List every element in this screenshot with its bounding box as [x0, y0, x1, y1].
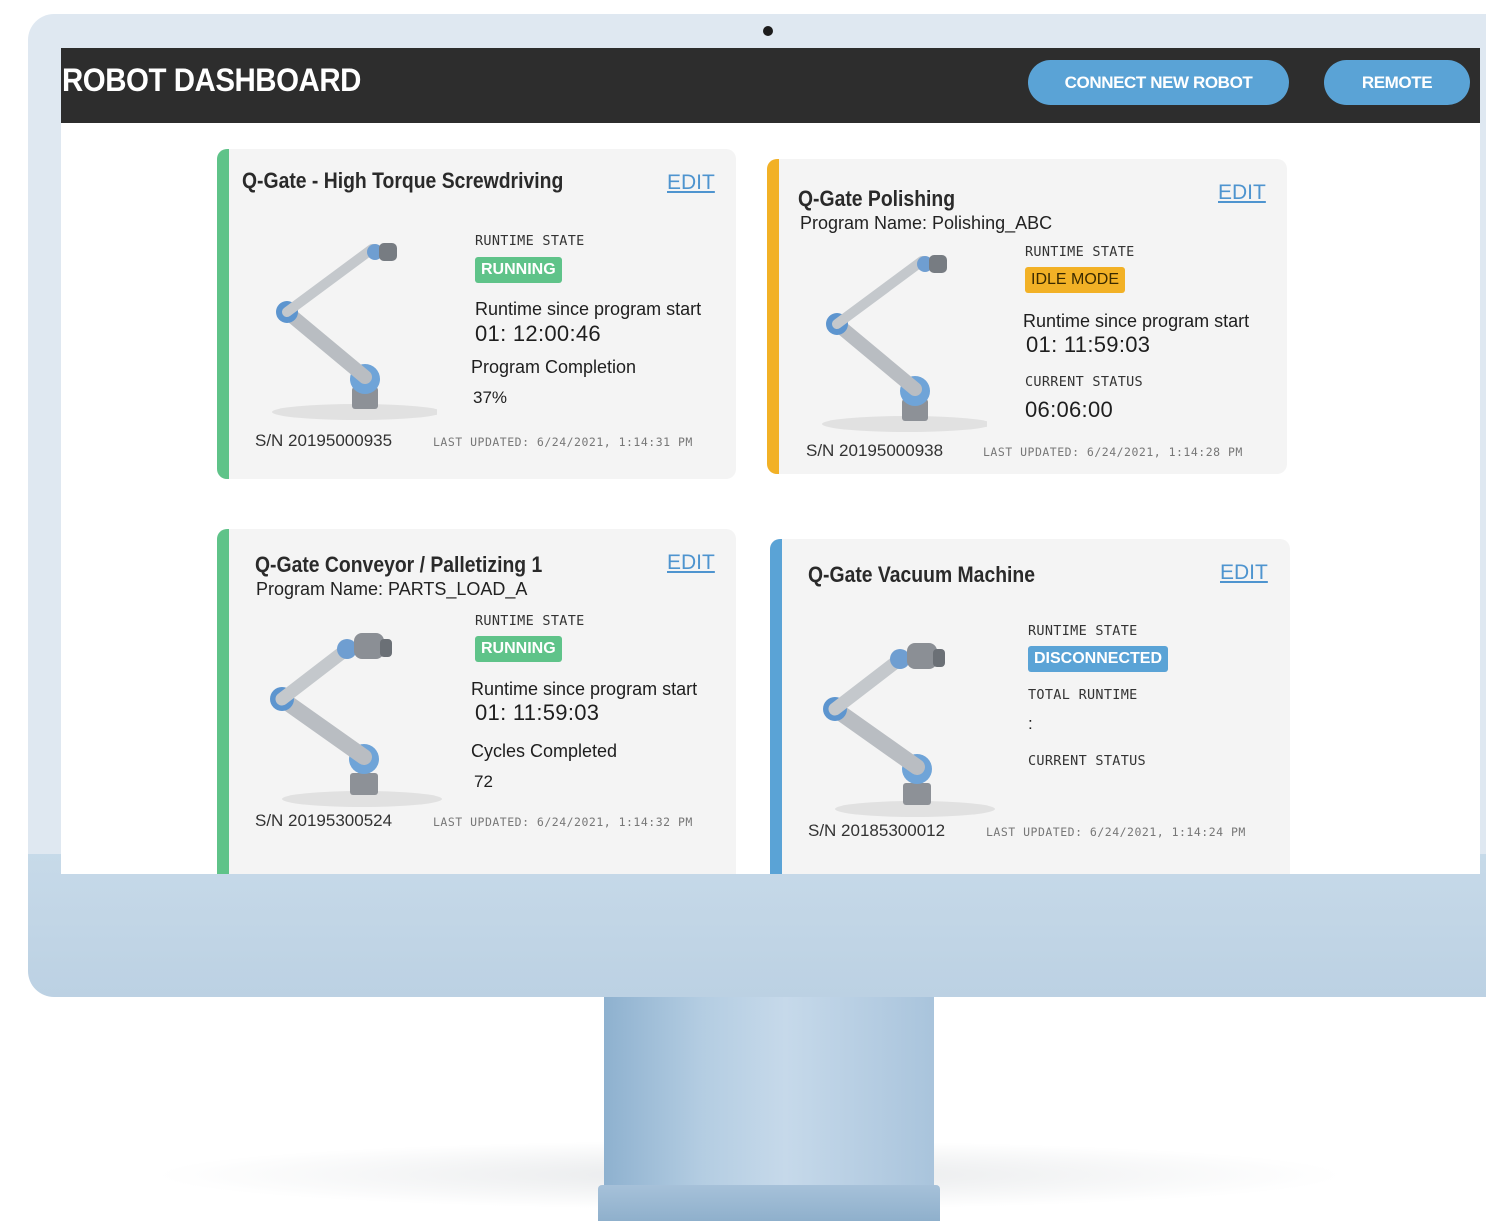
- robot-name: Q-Gate Polishing: [798, 186, 956, 211]
- robot-arm-image: [822, 255, 987, 432]
- last-updated: LAST UPDATED: 6/24/2021, 1:14:31 PM: [433, 435, 693, 449]
- status-stripe: [217, 149, 229, 479]
- robot-name: Q-Gate Conveyor / Palletizing 1: [255, 552, 543, 577]
- serial-number: S/N 20185300012: [808, 821, 946, 840]
- runtime-state-label: RUNTIME STATE: [475, 233, 585, 249]
- program-name: Program Name: Polishing_ABC: [800, 213, 1053, 233]
- current-status-value: 06:06:00: [1025, 397, 1114, 422]
- runtime-value: 01: 11:59:03: [1026, 332, 1151, 357]
- runtime-state-label: RUNTIME STATE: [475, 613, 585, 629]
- edit-link[interactable]: EDIT: [1220, 561, 1268, 585]
- camera-icon: [763, 26, 773, 36]
- total-runtime-label: TOTAL RUNTIME: [1028, 687, 1138, 703]
- serial-number: S/N 20195000935: [255, 431, 393, 450]
- runtime-value: 01: 12:00:46: [475, 321, 601, 346]
- cycles-completed-label: Cycles Completed: [471, 741, 618, 761]
- status-stripe: [217, 529, 229, 874]
- robot-arm-image: [823, 643, 995, 817]
- top-bar: ROBOT DASHBOARD CONNECT NEW ROBOT REMOTE: [61, 48, 1480, 123]
- serial-number: S/N 20195000938: [806, 441, 944, 460]
- runtime-label: Runtime since program start: [471, 679, 698, 699]
- edit-link[interactable]: EDIT: [667, 171, 715, 195]
- robot-name: Q-Gate - High Torque Screwdriving: [242, 168, 564, 193]
- runtime-state-label: RUNTIME STATE: [1025, 244, 1135, 260]
- cycles-completed-value: 72: [474, 772, 493, 791]
- program-completion-value: 37%: [473, 388, 508, 407]
- remote-button[interactable]: REMOTE: [1324, 60, 1470, 105]
- connect-new-robot-button[interactable]: CONNECT NEW ROBOT: [1028, 60, 1289, 105]
- runtime-state-label: RUNTIME STATE: [1028, 623, 1138, 639]
- program-completion-label: Program Completion: [471, 357, 637, 377]
- robot-card-conveyor: Q-Gate Conveyor / Palletizing 1 Program …: [217, 529, 736, 874]
- runtime-value: 01: 11:59:03: [475, 700, 600, 725]
- runtime-label: Runtime since program start: [475, 299, 702, 319]
- monitor-stand-foot: [598, 1185, 940, 1221]
- robot-card-polishing: Q-Gate Polishing Program Name: Polishing…: [767, 159, 1287, 474]
- status-badge: DISCONNECTED: [1028, 646, 1169, 672]
- last-updated: LAST UPDATED: 6/24/2021, 1:14:24 PM: [986, 825, 1246, 839]
- app-title: ROBOT DASHBOARD: [62, 62, 361, 98]
- serial-number: S/N 20195300524: [255, 811, 393, 830]
- runtime-label: Runtime since program start: [1023, 311, 1250, 331]
- screen: ROBOT DASHBOARD CONNECT NEW ROBOT REMOTE…: [61, 48, 1480, 874]
- robot-card-vacuum: Q-Gate Vacuum Machine EDIT RUNTIME STATE…: [770, 539, 1290, 874]
- robot-arm-image: [270, 633, 442, 807]
- last-updated: LAST UPDATED: 6/24/2021, 1:14:28 PM: [983, 445, 1243, 459]
- status-stripe: [767, 159, 779, 474]
- robot-arm-image: [272, 243, 437, 420]
- status-stripe: [770, 539, 782, 874]
- program-name: Program Name: PARTS_LOAD_A: [256, 579, 528, 599]
- total-runtime-value: :: [1028, 714, 1033, 733]
- status-badge: IDLE MODE: [1025, 267, 1126, 293]
- current-status-label: CURRENT STATUS: [1028, 753, 1146, 769]
- current-status-label: CURRENT STATUS: [1025, 374, 1143, 390]
- status-badge: RUNNING: [475, 636, 562, 662]
- robot-card-screwdriving: Q-Gate - High Torque Screwdriving EDIT R…: [217, 149, 736, 479]
- robot-name: Q-Gate Vacuum Machine: [808, 562, 1036, 587]
- edit-link[interactable]: EDIT: [667, 551, 715, 575]
- edit-link[interactable]: EDIT: [1218, 181, 1266, 205]
- last-updated: LAST UPDATED: 6/24/2021, 1:14:32 PM: [433, 815, 693, 829]
- status-badge: RUNNING: [475, 257, 562, 283]
